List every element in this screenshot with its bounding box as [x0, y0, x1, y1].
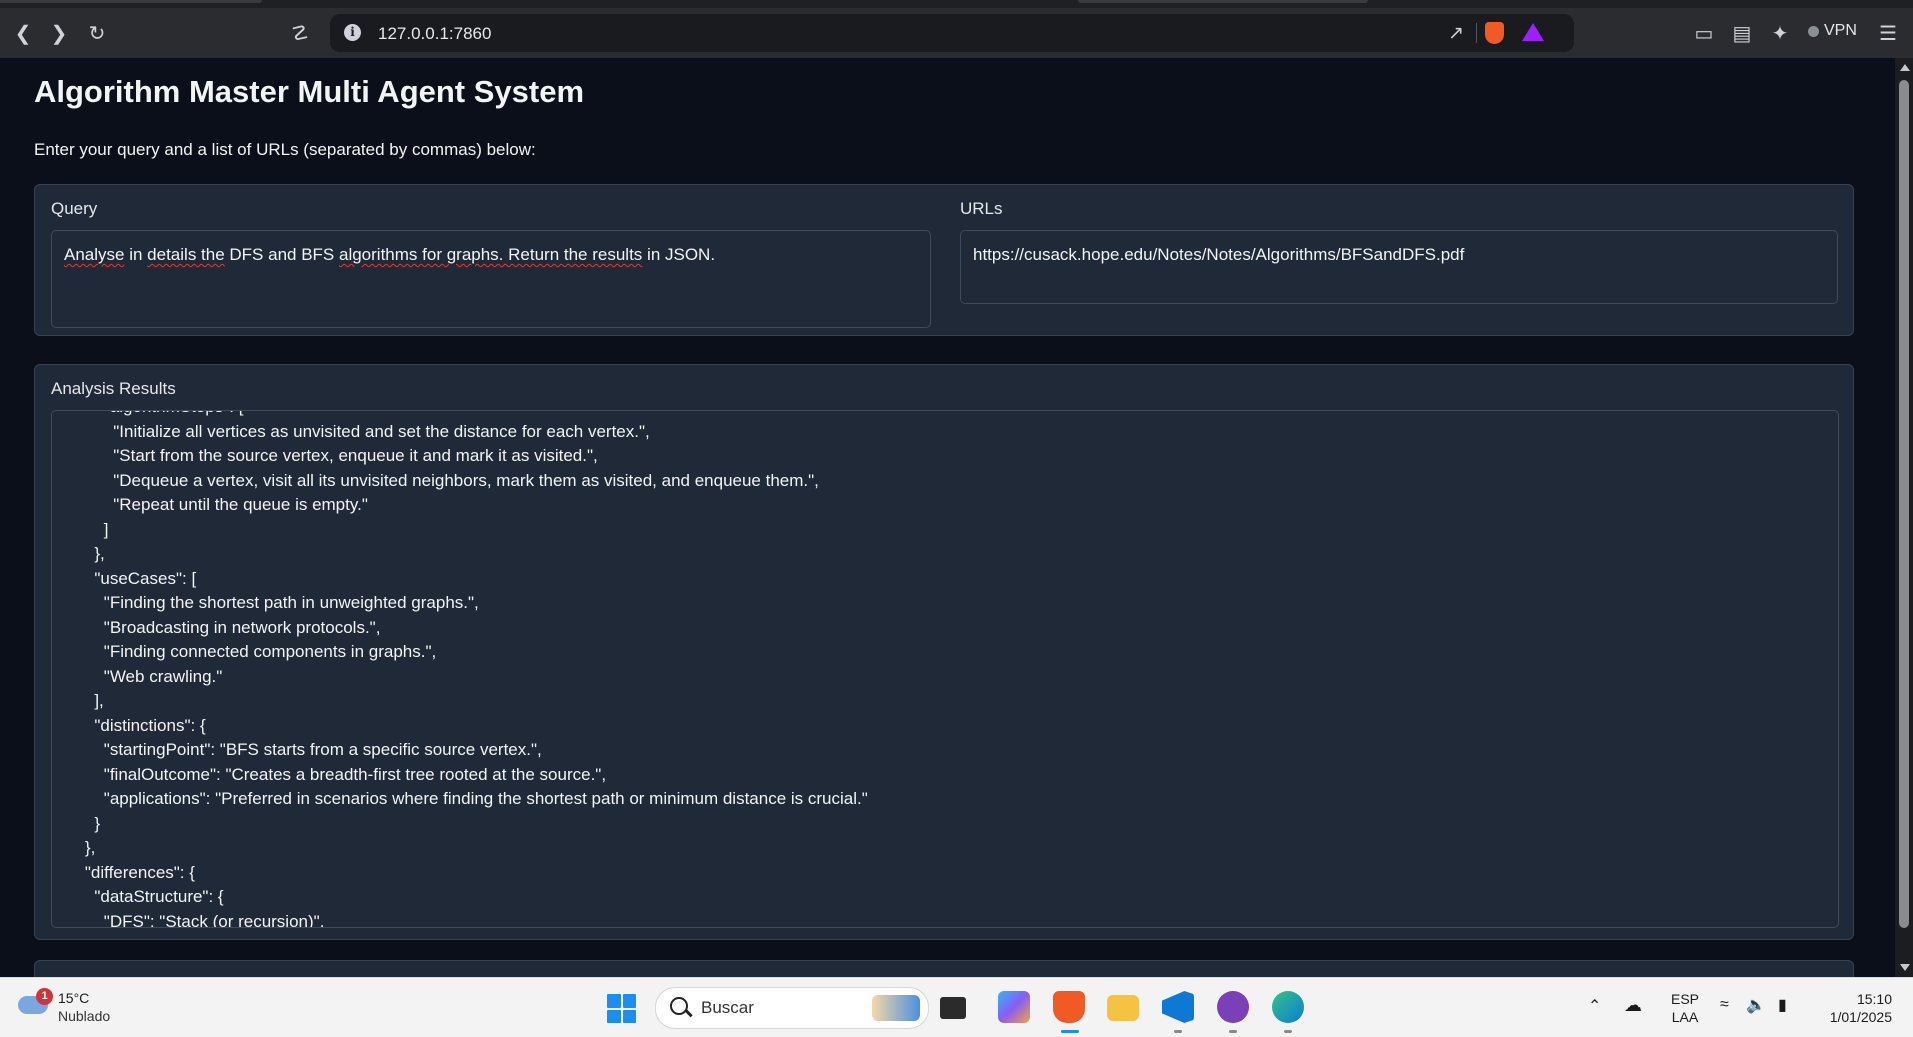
weather-widget[interactable]: 1 15°C Nublado — [18, 988, 118, 1028]
urls-input[interactable]: https://cusack.hope.edu/Notes/Notes/Algo… — [960, 230, 1838, 304]
scrollbar-thumb[interactable] — [1899, 80, 1909, 928]
taskbar-search[interactable]: Buscar — [655, 987, 929, 1029]
intro-text: Enter your query and a list of URLs (sep… — [34, 140, 536, 159]
sidebar-icon[interactable]: ▭ — [1692, 21, 1716, 45]
battery-icon[interactable]: ▮ — [1778, 995, 1787, 1015]
leo-ai-icon[interactable]: ✦ — [1768, 21, 1792, 45]
urls-label: URLs — [960, 199, 1003, 218]
next-panel — [34, 960, 1854, 977]
url-text[interactable]: 127.0.0.1:7860 — [378, 24, 491, 44]
input-panel: Query Analyse in details the DFS and BFS… — [34, 184, 1854, 336]
windows-start-icon[interactable] — [607, 994, 636, 1023]
query-value[interactable]: Analyse in details the DFS and BFS algor… — [64, 245, 715, 265]
search-icon — [670, 997, 688, 1015]
forward-icon[interactable]: ❯ — [47, 21, 71, 45]
github-desktop-icon[interactable] — [1217, 991, 1249, 1023]
app-page: Algorithm Master Multi Agent System Ente… — [0, 58, 1895, 977]
language-indicator[interactable]: ESP LAA — [1671, 990, 1699, 1026]
scroll-down-icon[interactable] — [1900, 964, 1910, 971]
tab-strip — [0, 0, 1913, 8]
app-indicator — [1229, 1030, 1237, 1033]
browser-toolbar: ❮ ❯ ↻ ☡ i 127.0.0.1:7860 ↗ ▭ ▤ ✦ VPN ☰ — [0, 8, 1913, 58]
site-info-icon[interactable]: i — [344, 24, 361, 41]
app-indicator — [1284, 1030, 1292, 1033]
onedrive-icon[interactable]: ☁ — [1624, 995, 1642, 1016]
edge-icon[interactable] — [1272, 991, 1304, 1023]
browser-tab[interactable] — [1078, 0, 1368, 3]
weather-condition: Nublado — [58, 1008, 111, 1024]
menu-icon[interactable]: ☰ — [1876, 21, 1900, 45]
reload-icon[interactable]: ↻ — [85, 21, 109, 45]
page-title: Algorithm Master Multi Agent System — [34, 74, 585, 109]
clock-date: 1/01/2025 — [1829, 1009, 1892, 1025]
wallet-icon[interactable]: ▤ — [1730, 21, 1754, 45]
address-bar[interactable]: i 127.0.0.1:7860 ↗ — [330, 14, 1574, 52]
page-scrollbar[interactable] — [1895, 58, 1913, 977]
results-text: "algorithmSteps": [ "Initialize all vert… — [84, 411, 868, 928]
share-icon[interactable]: ↗ — [1448, 22, 1464, 45]
brave-rewards-icon[interactable] — [1522, 23, 1544, 41]
brave-browser-icon[interactable] — [1053, 991, 1085, 1023]
query-label: Query — [51, 199, 98, 218]
search-placeholder: Buscar — [701, 998, 754, 1017]
clock-time: 15:10 — [1856, 991, 1892, 1007]
scroll-up-icon[interactable] — [1900, 64, 1910, 71]
app-indicator — [1174, 1030, 1182, 1033]
wifi-icon[interactable]: ≈ — [1720, 996, 1729, 1014]
weather-temp: 15°C — [58, 990, 90, 1006]
task-view-icon[interactable] — [940, 997, 966, 1019]
show-hidden-icons-icon[interactable]: ⌃ — [1588, 996, 1601, 1016]
vpn-status-icon — [1808, 25, 1819, 37]
clock[interactable]: 15:10 1/01/2025 — [1820, 990, 1892, 1026]
vpn-label: VPN — [1824, 22, 1857, 39]
results-panel: Analysis Results "algorithmSteps": [ "In… — [34, 364, 1854, 940]
brave-shields-icon[interactable] — [1485, 22, 1504, 44]
notification-badge: 1 — [36, 988, 53, 1005]
search-highlight-icon — [872, 995, 920, 1021]
divider — [1476, 23, 1477, 43]
copilot-icon[interactable] — [998, 991, 1030, 1023]
taskbar: 1 15°C Nublado Buscar ⌃ ☁ ESP LAA ≈ 🔈 ▮ … — [0, 977, 1913, 1037]
vpn-button[interactable]: VPN — [1808, 22, 1857, 40]
browser-tab[interactable] — [0, 0, 262, 3]
results-label: Analysis Results — [51, 379, 176, 398]
bookmark-icon[interactable]: ☡ — [288, 21, 312, 45]
urls-value[interactable]: https://cusack.hope.edu/Notes/Notes/Algo… — [973, 245, 1464, 265]
vscode-icon[interactable] — [1162, 991, 1194, 1023]
volume-icon[interactable]: 🔈 — [1746, 995, 1766, 1015]
back-icon[interactable]: ❮ — [11, 21, 35, 45]
query-input[interactable]: Analyse in details the DFS and BFS algor… — [51, 230, 931, 328]
active-app-indicator — [1061, 1030, 1079, 1033]
file-explorer-icon[interactable] — [1107, 995, 1139, 1021]
results-output[interactable]: "algorithmSteps": [ "Initialize all vert… — [51, 410, 1839, 928]
